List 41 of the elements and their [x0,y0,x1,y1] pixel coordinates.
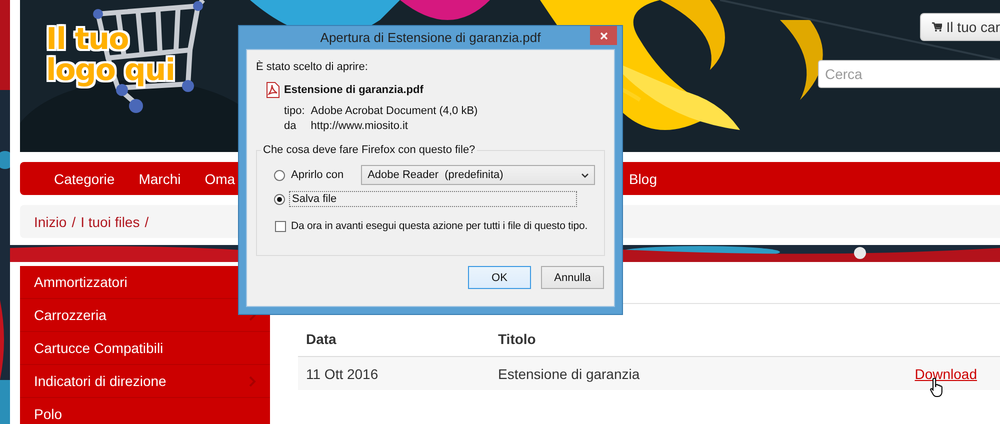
sidebar-item[interactable]: Cartucce Compatibili [20,332,270,365]
nav-link[interactable]: Categorie [54,170,115,186]
radio-button[interactable] [274,194,285,204]
file-name: Estensione di garanzia.pdf [284,84,424,96]
type-label: tipo: [284,105,305,117]
nav-link[interactable]: Blog [628,170,657,186]
search-field[interactable]: Cerca [818,60,1000,88]
option-label[interactable]: Aprirlo con [289,168,346,182]
breadcrumb-separator: / [72,214,76,230]
app-dropdown[interactable]: Adobe Reader (predefinita) [360,165,595,185]
chevron-down-icon [580,172,589,178]
intro-text: È stato scelto di aprire: [256,61,369,73]
close-button[interactable] [590,26,617,45]
chevron-right-icon [249,376,256,386]
close-icon [600,32,608,40]
column-header: Titolo [498,331,537,347]
type-value: Adobe Acrobat Document (4,0 kB) [310,105,479,117]
dialog-button[interactable]: OK [468,266,531,289]
breadcrumb-separator: / [144,214,149,230]
window-title: Apertura di Estensione di garanzia.pdf [320,30,541,45]
source-label: da [284,120,298,132]
table-cell-text: Estensione di garanzia [498,366,641,382]
checkbox-label: Da ora in avanti esegui questa azione per tutti i file di questo tipo. [291,220,588,232]
breadcrumb-link[interactable]: I tuoi files [80,214,140,230]
pdf-file-icon [266,82,280,98]
table-cell-text: 11 Ott 2016 [306,366,380,382]
sidebar-item[interactable]: Polo [20,398,270,424]
nav-link[interactable]: Marchi [138,170,181,186]
shopping-cart-icon [932,21,942,33]
option-label[interactable]: Salva file [289,191,577,207]
radio-button[interactable] [274,170,285,180]
cart-button[interactable]: Il tuo car [920,13,1000,41]
nav-link[interactable]: Oma [204,170,236,186]
checkbox[interactable] [275,220,286,232]
dialog-button[interactable]: Annulla [541,266,604,289]
sidebar-item[interactable]: Indicatori di direzione [20,365,270,398]
group-label: Che cosa deve fare Firefox con questo file? [262,144,476,156]
source-value: http://www.miosito.it [310,120,409,132]
column-header: Data [306,331,338,347]
breadcrumb-link[interactable]: Inizio [34,214,67,230]
download-link[interactable]: Download [914,366,977,382]
